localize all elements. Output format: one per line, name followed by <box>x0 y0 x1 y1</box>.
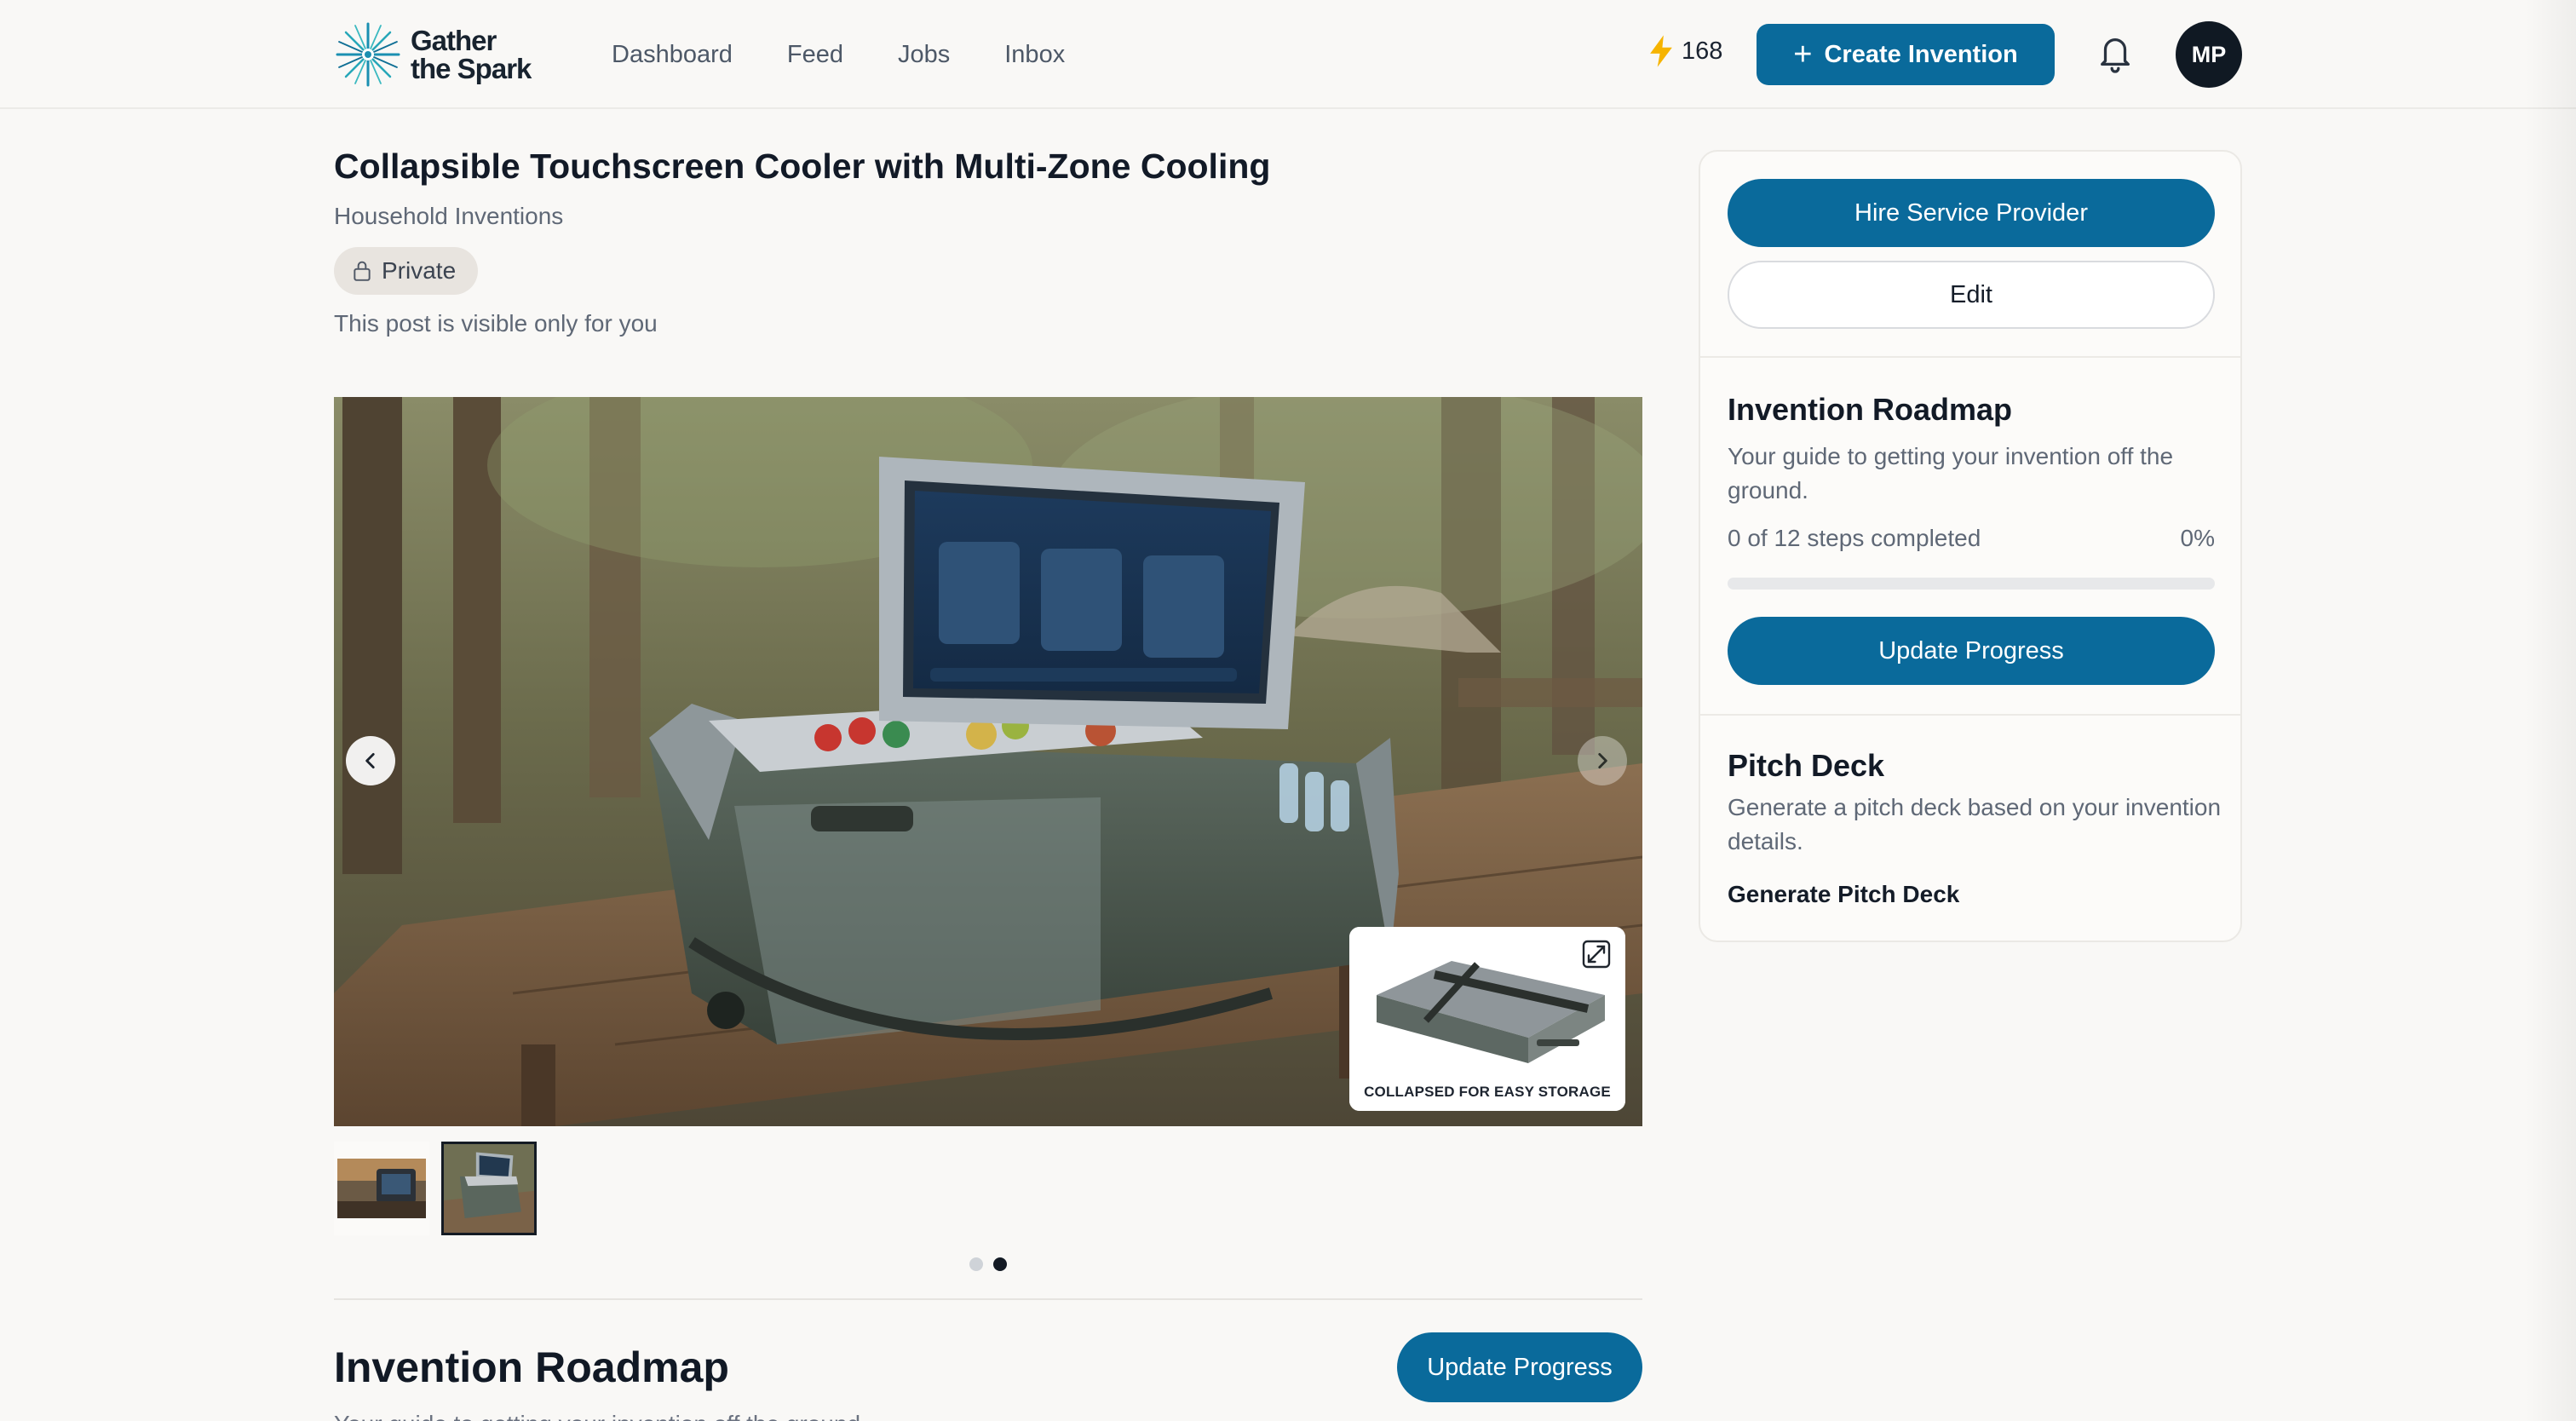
logo-line-1: Gather <box>411 25 497 56</box>
generate-pitch-deck-link[interactable]: Generate Pitch Deck <box>1728 881 1959 908</box>
roadmap-card-title: Invention Roadmap <box>1728 392 2013 427</box>
credits-counter[interactable]: 168 <box>1646 34 1722 68</box>
card-divider <box>1700 356 2240 358</box>
progress-bar <box>1728 578 2215 590</box>
steps-row: 0 of 12 steps completed 0% <box>1728 525 2215 552</box>
section-divider <box>334 1298 1642 1300</box>
carousel-dot-2[interactable] <box>993 1257 1007 1271</box>
card-divider <box>1700 714 2240 716</box>
chevron-right-icon <box>1598 753 1607 768</box>
post-category: Household Inventions <box>334 203 564 229</box>
gallery-thumbnail-1[interactable] <box>334 1142 429 1235</box>
image-gallery[interactable]: COLLAPSED FOR EASY STORAGE <box>334 397 1642 1126</box>
top-header: Gather the Spark Dashboard Feed Jobs Inb… <box>0 0 2576 109</box>
roadmap-card-description: Your guide to getting your invention off… <box>1728 443 2174 503</box>
nav-feed[interactable]: Feed <box>787 41 843 69</box>
carousel-dots <box>969 1257 1017 1271</box>
bell-icon[interactable] <box>2096 31 2135 75</box>
spark-logo-icon <box>336 22 400 87</box>
steps-completed-text: 0 of 12 steps completed <box>1728 525 1981 551</box>
collapsed-inset: COLLAPSED FOR EASY STORAGE <box>1349 927 1625 1111</box>
update-progress-button[interactable]: Update Progress <box>1728 617 2215 685</box>
roadmap-heading: Invention Roadmap <box>334 1343 729 1391</box>
logo[interactable]: Gather the Spark <box>334 20 532 89</box>
gallery-next-button[interactable] <box>1578 736 1627 785</box>
create-invention-label: Create Invention <box>1824 40 2018 68</box>
inset-caption: COLLAPSED FOR EASY STORAGE <box>1364 1084 1611 1100</box>
main-nav: Dashboard Feed Jobs Inbox <box>612 0 1119 109</box>
visibility-note: This post is visible only for you <box>334 310 658 337</box>
action-sidebar-card: Hire Service Provider Edit Invention Roa… <box>1699 150 2242 942</box>
carousel-dot-1[interactable] <box>969 1257 983 1271</box>
private-badge-label: Private <box>382 257 457 284</box>
chevron-left-icon <box>365 753 375 768</box>
create-invention-button[interactable]: + Create Invention <box>1757 24 2055 85</box>
pitch-deck-title: Pitch Deck <box>1728 748 1885 783</box>
nav-inbox[interactable]: Inbox <box>1004 41 1065 69</box>
page: Gather the Spark Dashboard Feed Jobs Inb… <box>0 0 2576 1421</box>
avatar[interactable]: MP <box>2176 21 2242 88</box>
thumbnail-image-2 <box>444 1144 534 1233</box>
roadmap-subtitle: Your guide to getting your invention off… <box>334 1411 867 1421</box>
page-title: Collapsible Touchscreen Cooler with Mult… <box>334 147 1271 186</box>
update-progress-button-main[interactable]: Update Progress <box>1397 1332 1642 1402</box>
logo-wordmark: Gather the Spark <box>411 25 532 84</box>
private-badge: Private <box>334 247 479 295</box>
progress-percent: 0% <box>2180 525 2215 551</box>
pitch-deck-description: Generate a pitch deck based on your inve… <box>1728 794 2222 854</box>
hire-service-provider-button[interactable]: Hire Service Provider <box>1728 179 2215 247</box>
expand-icon[interactable] <box>1581 939 1612 969</box>
lock-icon <box>354 261 371 281</box>
credits-value: 168 <box>1682 37 1723 65</box>
thumbnail-image-1 <box>334 1142 429 1235</box>
logo-line-2: the Spark <box>411 53 532 84</box>
plus-icon: + <box>1793 37 1813 72</box>
gallery-prev-button[interactable] <box>346 736 395 785</box>
gallery-thumbnail-2[interactable] <box>441 1142 537 1235</box>
edge-shadow <box>2525 0 2576 1421</box>
nav-dashboard[interactable]: Dashboard <box>612 41 733 69</box>
edit-button[interactable]: Edit <box>1728 261 2215 329</box>
nav-jobs[interactable]: Jobs <box>898 41 950 69</box>
lightning-icon <box>1650 35 1672 67</box>
